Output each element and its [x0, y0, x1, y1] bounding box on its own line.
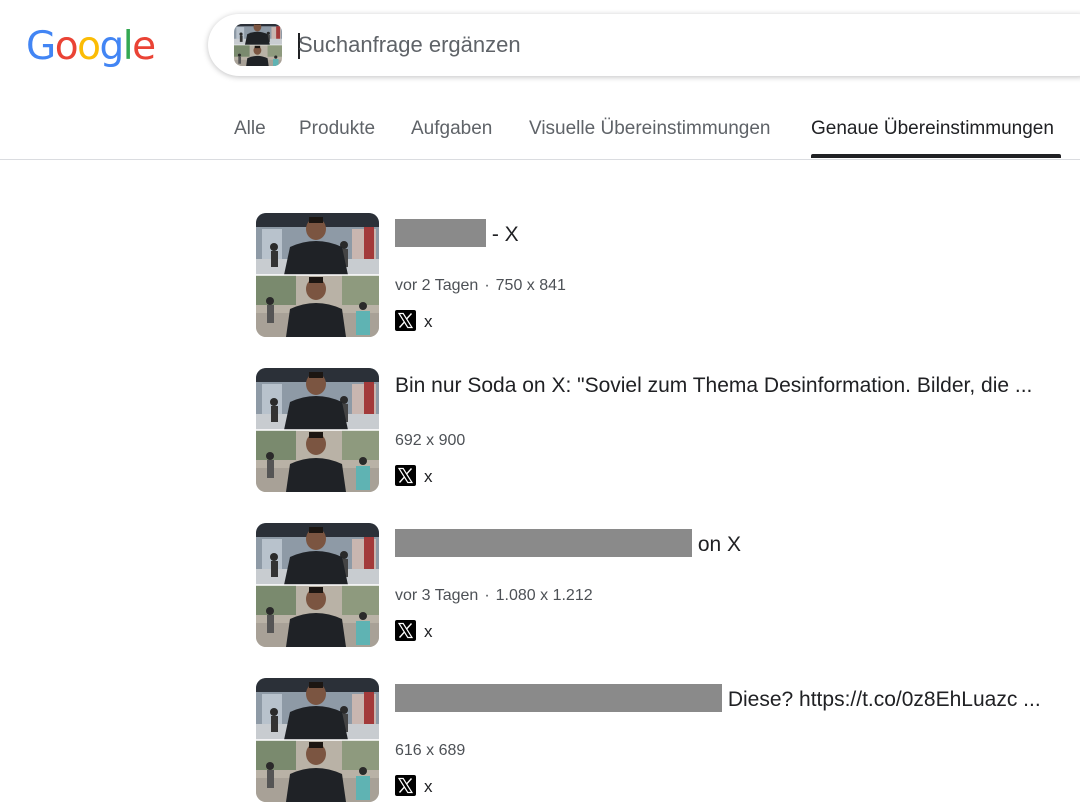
source-name: x: [424, 622, 433, 641]
redacted-text: [395, 684, 722, 712]
x-logo-icon: [395, 465, 416, 486]
logo-letter: o: [54, 24, 79, 69]
result-source[interactable]: x: [395, 464, 433, 486]
result-thumbnail[interactable]: [256, 213, 379, 337]
result-title-text: Diese? https://t.co/0z8EhLuazc ...: [722, 688, 1041, 711]
result-title[interactable]: - X: [395, 219, 519, 247]
google-logo[interactable]: Google: [26, 24, 156, 70]
x-logo-icon: [395, 620, 416, 641]
search-tabs: Alle Produkte Aufgaben Visuelle Übereins…: [0, 112, 1080, 160]
result-thumbnail[interactable]: [256, 678, 379, 802]
result-dimensions: 1.080 x 1.212: [495, 587, 593, 604]
result-dimensions: 616 x 689: [395, 742, 466, 759]
result-title[interactable]: Diese? https://t.co/0z8EhLuazc ...: [395, 684, 1041, 712]
result-title-text: - X: [486, 223, 519, 246]
result-source[interactable]: x: [395, 619, 433, 641]
source-name: x: [424, 777, 433, 796]
logo-letter: g: [99, 24, 124, 69]
result-meta: 692 x 900: [395, 432, 465, 450]
tab-alle[interactable]: Alle: [234, 118, 266, 140]
result-title[interactable]: Bin nur Soda on X: "Soviel zum Thema Des…: [395, 374, 1032, 398]
meta-separator: ·: [484, 277, 490, 294]
result-thumbnail[interactable]: [256, 368, 379, 492]
result-item[interactable]: Diese? https://t.co/0z8EhLuazc ... 616 x…: [256, 678, 1076, 802]
result-meta: 616 x 689: [395, 742, 465, 760]
result-source[interactable]: x: [395, 774, 433, 796]
redacted-text: [395, 219, 486, 247]
result-title[interactable]: on X: [395, 529, 741, 557]
active-tab-indicator: [811, 154, 1061, 158]
logo-letter: o: [77, 24, 101, 69]
result-meta: vor 3 Tagen · 1.080 x 1.212: [395, 587, 593, 605]
x-logo-icon: [395, 775, 416, 796]
result-dimensions: 692 x 900: [395, 432, 466, 449]
meta-separator: ·: [484, 587, 490, 604]
result-dimensions: 750 x 841: [495, 277, 566, 294]
result-date: vor 2 Tagen: [395, 277, 479, 294]
source-name: x: [424, 312, 433, 331]
search-bar[interactable]: [208, 14, 1080, 76]
result-meta: vor 2 Tagen · 750 x 841: [395, 277, 566, 295]
logo-letter: G: [26, 24, 56, 69]
result-item[interactable]: - X vor 2 Tagen · 750 x 841 x: [256, 213, 1076, 337]
result-source[interactable]: x: [395, 309, 433, 331]
result-title-text: on X: [692, 533, 742, 556]
result-item[interactable]: on X vor 3 Tagen · 1.080 x 1.212 x: [256, 523, 1076, 647]
tab-aufgaben[interactable]: Aufgaben: [411, 118, 492, 140]
result-item[interactable]: Bin nur Soda on X: "Soviel zum Thema Des…: [256, 368, 1076, 492]
x-logo-icon: [395, 310, 416, 331]
source-name: x: [424, 467, 433, 486]
tab-visuelle-uebereinstimmungen[interactable]: Visuelle Übereinstimmungen: [529, 118, 771, 140]
logo-letter: l: [122, 24, 134, 69]
redacted-text: [395, 529, 692, 557]
result-date: vor 3 Tagen: [395, 587, 479, 604]
tab-produkte[interactable]: Produkte: [299, 118, 375, 140]
query-image-thumbnail[interactable]: [234, 24, 282, 66]
search-input[interactable]: [298, 26, 998, 64]
header: Google Alle Produkte Aufgaben Visuelle Ü…: [0, 0, 1080, 160]
logo-letter: e: [132, 24, 156, 69]
tab-genaue-uebereinstimmungen[interactable]: Genaue Übereinstimmungen: [811, 118, 1054, 140]
result-thumbnail[interactable]: [256, 523, 379, 647]
